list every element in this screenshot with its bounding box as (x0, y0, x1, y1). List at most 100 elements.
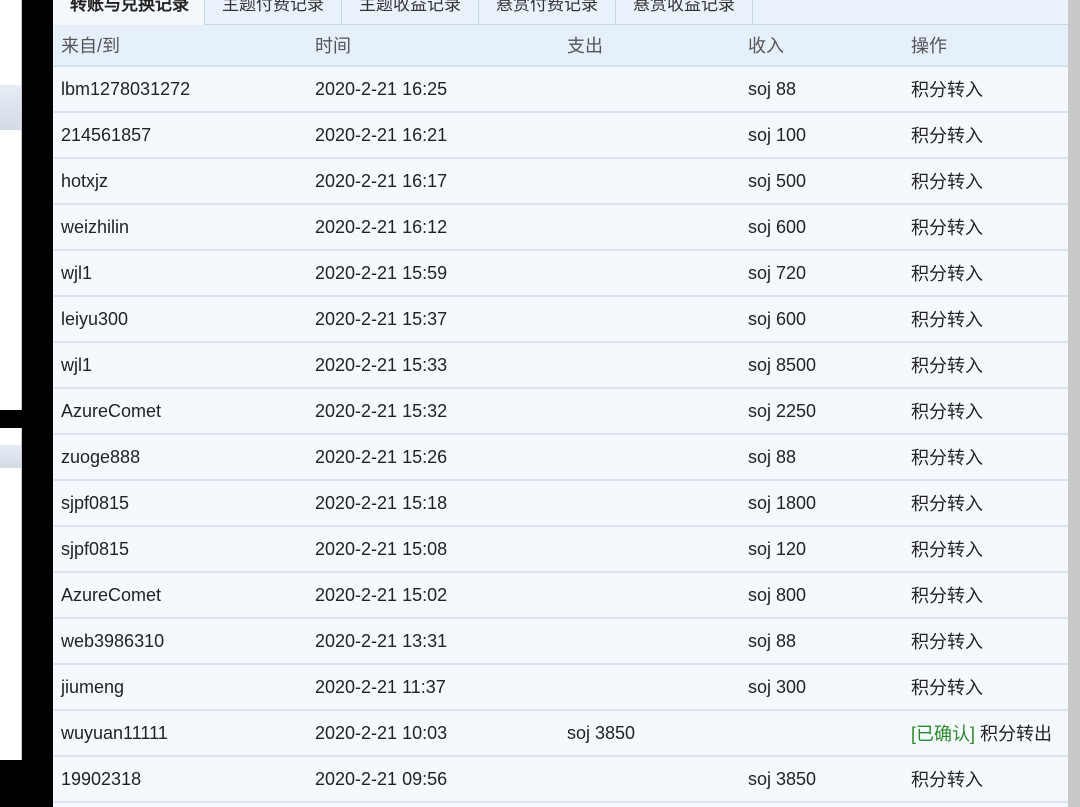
from-user-link[interactable]: leiyu300 (61, 309, 128, 330)
from-user-link[interactable]: zuoge888 (61, 447, 140, 468)
col-time: 时间 (315, 36, 351, 56)
from-user-link[interactable]: weizhilin (61, 217, 129, 238)
action-label: 积分转入 (911, 540, 983, 560)
from-user-link[interactable]: hotxjz (61, 171, 108, 192)
col-out: 支出 (567, 36, 603, 56)
table-header: 来自/到 时间 支出 收入 操作 (53, 25, 1068, 67)
panel-band (0, 85, 21, 130)
in-cell: soj 88 (748, 446, 797, 467)
action-cell: 积分转入 (911, 766, 983, 792)
time-cell: 2020-2-21 16:25 (315, 78, 448, 99)
from-user-link[interactable]: lbm1278031272 (61, 79, 190, 100)
from-user-link[interactable]: AzureComet (61, 585, 161, 606)
in-cell: soj 120 (748, 538, 807, 559)
table-row: hotxjz 2020-2-21 16:17 soj 500 积分转入 (53, 159, 1068, 205)
in-cell: soj 3850 (748, 768, 817, 789)
action-label: 积分转入 (911, 494, 983, 514)
from-user-link[interactable]: web3986310 (61, 631, 164, 652)
in-cell: soj 500 (748, 170, 807, 191)
action-cell: 积分转入 (911, 306, 983, 332)
action-label: 积分转入 (911, 218, 983, 238)
from-user-link[interactable]: sjpf0815 (61, 493, 129, 514)
action-cell: 积分转入 (911, 582, 983, 608)
action-label: 积分转入 (911, 632, 983, 652)
action-label: 积分转入 (911, 770, 983, 790)
action-label: 积分转入 (911, 126, 983, 146)
from-user-link[interactable]: wuyuan11111 (61, 723, 168, 744)
in-cell: soj 1800 (748, 492, 817, 513)
time-cell: 2020-2-21 15:32 (315, 400, 448, 421)
action-cell: 积分转入 (911, 260, 983, 286)
table-row: zuoge888 2020-2-21 15:26 soj 88 积分转入 (53, 435, 1068, 481)
from-user-link[interactable]: jiumeng (61, 677, 124, 698)
table-body: lbm1278031272 2020-2-21 16:25 soj 88 积分转入 21… (53, 67, 1068, 803)
action-cell: 积分转入 (911, 76, 983, 102)
action-label: 积分转入 (911, 586, 983, 606)
action-label: 积分转入 (911, 80, 983, 100)
from-user-link[interactable]: wjl1 (61, 355, 92, 376)
in-cell: soj 300 (748, 676, 807, 697)
in-cell: soj 720 (748, 262, 807, 283)
time-cell: 2020-2-21 15:02 (315, 584, 448, 605)
in-cell: soj 88 (748, 630, 797, 651)
table-row: leiyu300 2020-2-21 15:37 soj 600 积分转入 (53, 297, 1068, 343)
action-label: 积分转入 (911, 678, 983, 698)
action-label: 积分转入 (911, 172, 983, 192)
from-user-link[interactable]: wjl1 (61, 263, 92, 284)
table-row: sjpf0815 2020-2-21 15:18 soj 1800 积分转入 (53, 481, 1068, 527)
action-cell: 积分转入 (911, 444, 983, 470)
scrollbar[interactable] (1068, 0, 1080, 807)
time-cell: 2020-2-21 16:21 (315, 124, 448, 145)
action-cell: 积分转入 (911, 398, 983, 424)
in-cell: soj 88 (748, 78, 797, 99)
tab-bar: 转账与兑换记录 主题付费记录 主题收益记录 悬赏付费记录 悬赏收益记录 (53, 0, 1068, 26)
time-cell: 2020-2-21 16:12 (315, 216, 448, 237)
in-cell: soj 600 (748, 216, 807, 237)
from-user-link[interactable]: AzureComet (61, 401, 161, 422)
from-user-link[interactable]: sjpf0815 (61, 539, 129, 560)
time-cell: 2020-2-21 10:03 (315, 722, 448, 743)
out-cell: soj 3850 (567, 722, 636, 743)
in-cell: soj 8500 (748, 354, 817, 375)
table-row: weizhilin 2020-2-21 16:12 soj 600 积分转入 (53, 205, 1068, 251)
confirmed-status: [已确认] (911, 724, 976, 744)
tab-transfer-exchange[interactable]: 转账与兑换记录 (53, 0, 205, 26)
tab-reward-income[interactable]: 悬赏收益记录 (616, 0, 753, 25)
action-label: 积分转入 (911, 402, 983, 422)
col-from: 来自/到 (61, 36, 121, 56)
time-cell: 2020-2-21 16:17 (315, 170, 448, 191)
table-row: 19902318 2020-2-21 09:56 soj 3850 积分转入 (53, 757, 1068, 803)
action-label: 积分转入 (911, 310, 983, 330)
in-cell: soj 100 (748, 124, 807, 145)
time-cell: 2020-2-21 15:08 (315, 538, 448, 559)
in-cell: soj 800 (748, 584, 807, 605)
action-label: 积分转出 (980, 724, 1053, 744)
table-row: AzureComet 2020-2-21 15:32 soj 2250 积分转入 (53, 389, 1068, 435)
in-cell: soj 600 (748, 308, 807, 329)
time-cell: 2020-2-21 11:37 (315, 676, 446, 697)
action-label: 积分转入 (911, 264, 983, 284)
from-user-link[interactable]: 19902318 (61, 769, 141, 790)
col-in: 收入 (748, 36, 784, 56)
tab-thread-income[interactable]: 主题收益记录 (342, 0, 479, 25)
table-row: 214561857 2020-2-21 16:21 soj 100 积分转入 (53, 113, 1068, 159)
time-cell: 2020-2-21 15:59 (315, 262, 448, 283)
table-row: lbm1278031272 2020-2-21 16:25 soj 88 积分转入 (53, 67, 1068, 113)
table-row: jiumeng 2020-2-21 11:37 soj 300 积分转入 (53, 665, 1068, 711)
time-cell: 2020-2-21 15:26 (315, 446, 448, 467)
table-row: web3986310 2020-2-21 13:31 soj 88 积分转入 (53, 619, 1068, 665)
action-cell: 积分转入 (911, 628, 983, 654)
tab-thread-payment[interactable]: 主题付费记录 (205, 0, 342, 25)
from-user-link[interactable]: 214561857 (61, 125, 151, 146)
panel-band (0, 445, 21, 468)
action-cell: 积分转入 (911, 490, 983, 516)
tab-reward-payment[interactable]: 悬赏付费记录 (479, 0, 616, 25)
background-window-panel-2 (0, 428, 22, 760)
time-cell: 2020-2-21 15:33 (315, 354, 448, 375)
action-label: 积分转入 (911, 356, 983, 376)
action-cell: 积分转入 (911, 214, 983, 240)
table-row: wjl1 2020-2-21 15:59 soj 720 积分转入 (53, 251, 1068, 297)
in-cell: soj 2250 (748, 400, 817, 421)
col-action: 操作 (911, 36, 947, 56)
time-cell: 2020-2-21 15:37 (315, 308, 448, 329)
